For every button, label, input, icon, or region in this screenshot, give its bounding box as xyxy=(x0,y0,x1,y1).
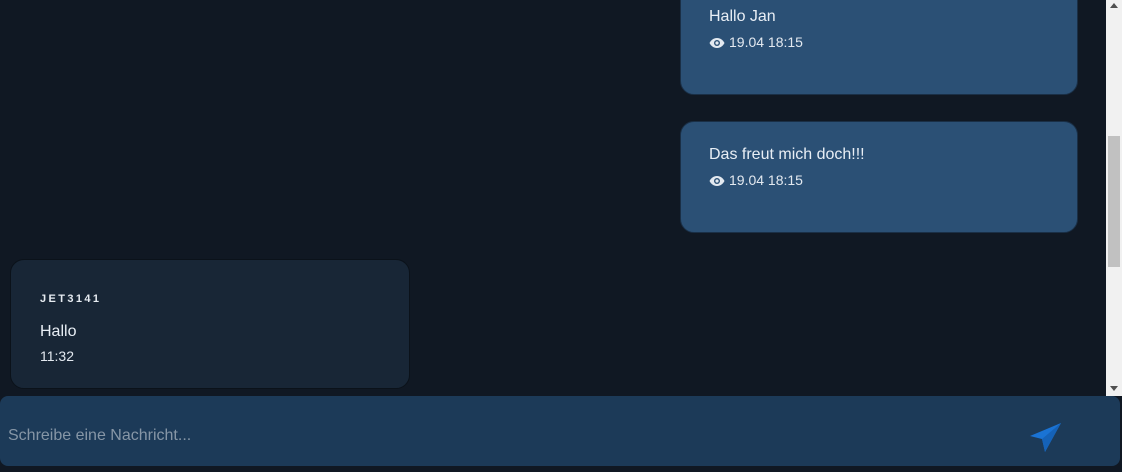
scrollbar-thumb[interactable] xyxy=(1108,136,1120,267)
message-meta: 19.04 18:15 xyxy=(709,172,803,188)
message-text: Hallo xyxy=(40,323,77,340)
message-timestamp: 19.04 18:15 xyxy=(729,34,803,50)
message-text: Hallo Jan xyxy=(709,8,776,25)
message-composer xyxy=(0,396,1120,466)
message-list-scrollbar[interactable] xyxy=(1106,0,1122,396)
eye-icon xyxy=(709,36,725,48)
message-meta: 19.04 18:15 xyxy=(709,34,803,50)
message-meta: 11:32 xyxy=(40,348,74,364)
send-button[interactable] xyxy=(1024,420,1064,456)
message-timestamp: 19.04 18:15 xyxy=(729,172,803,188)
eye-icon xyxy=(709,174,725,186)
message-timestamp: 11:32 xyxy=(40,348,74,364)
message-bubble-outgoing: Das freut mich doch!!! 19.04 18:15 xyxy=(680,121,1078,233)
message-bubble-outgoing: Hallo Jan 19.04 18:15 xyxy=(680,0,1078,95)
chat-app: Hallo Jan 19.04 18:15 Das freut mich doc… xyxy=(0,0,1122,472)
message-bubble-incoming: JET3141 Hallo 11:32 xyxy=(10,259,410,389)
message-sender: JET3141 xyxy=(40,293,102,305)
scroll-down-arrow-icon[interactable] xyxy=(1110,386,1118,391)
message-text: Das freut mich doch!!! xyxy=(709,146,865,163)
send-icon xyxy=(1030,423,1061,452)
bottom-strip xyxy=(0,466,1122,472)
scroll-up-arrow-icon[interactable] xyxy=(1110,3,1118,8)
message-list[interactable]: Hallo Jan 19.04 18:15 Das freut mich doc… xyxy=(0,0,1106,396)
message-input[interactable] xyxy=(0,396,1000,466)
